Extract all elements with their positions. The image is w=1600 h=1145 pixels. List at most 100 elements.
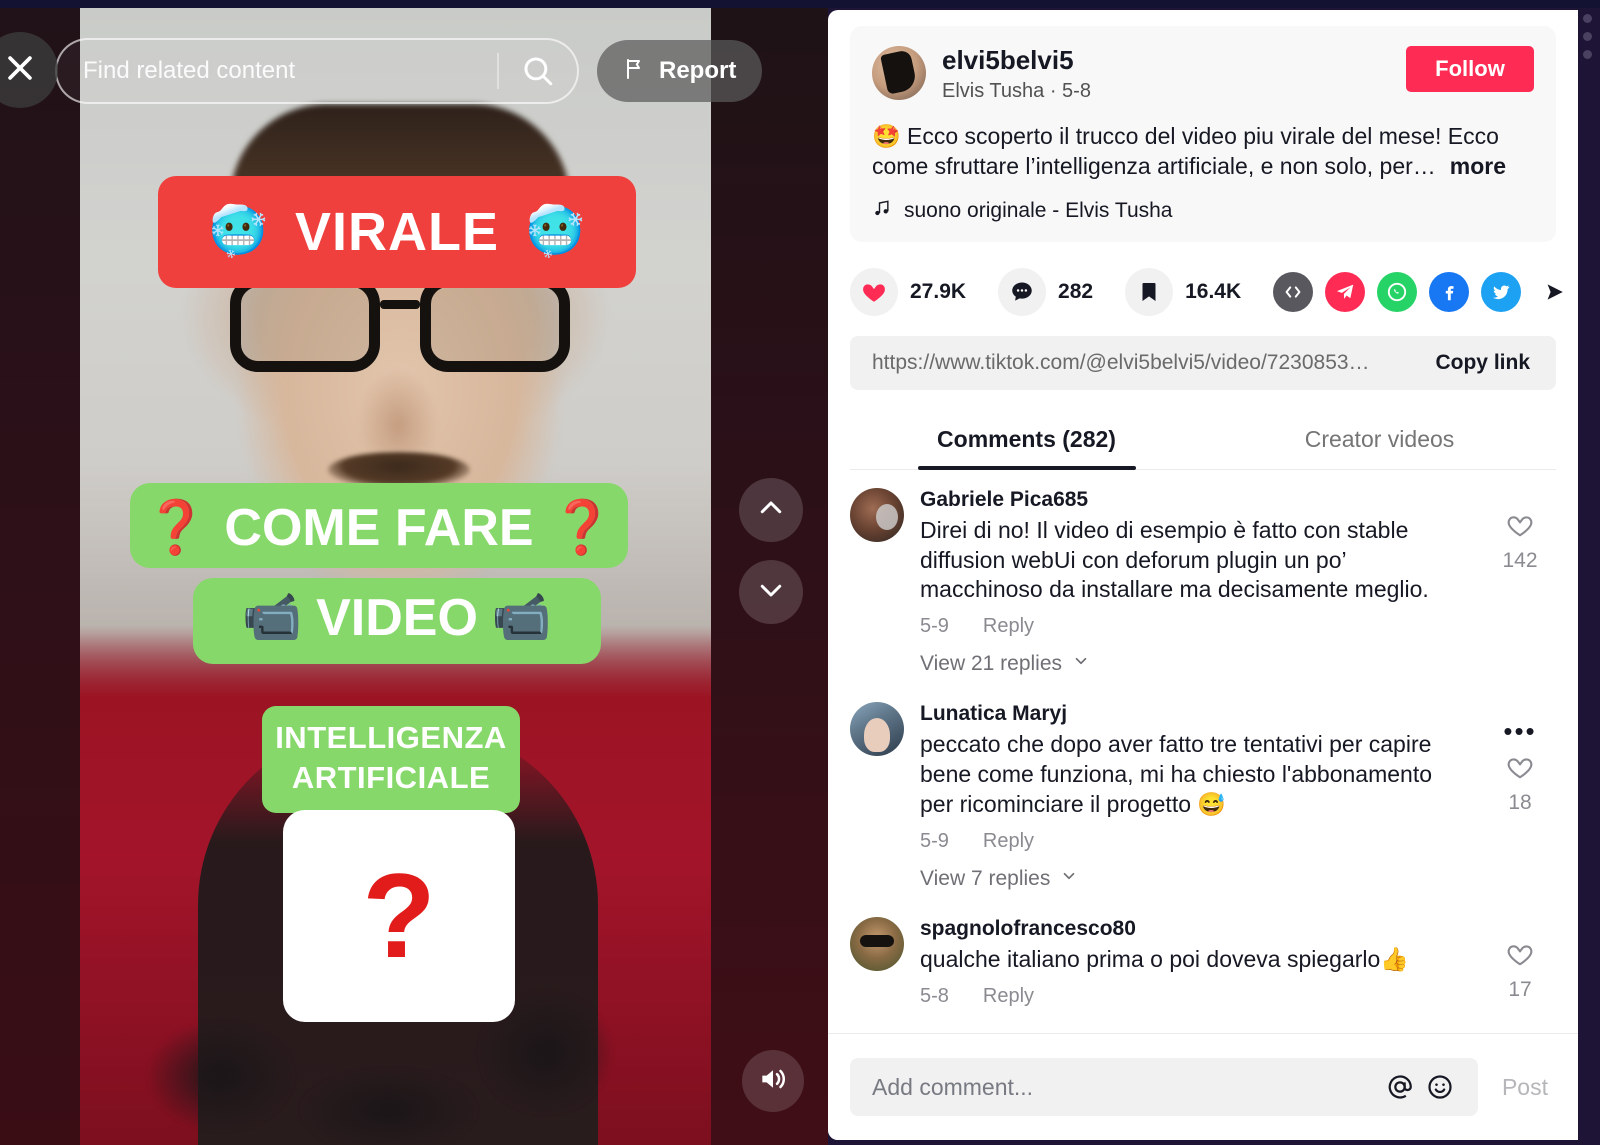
heart-filled-icon bbox=[850, 267, 898, 316]
comment-body: spagnolofrancesco80 qualche italiano pri… bbox=[920, 917, 1468, 1008]
comment-actions: 17 bbox=[1484, 917, 1556, 1008]
commenter-name[interactable]: Gabriele Pica685 bbox=[920, 488, 1468, 512]
comment-meta: 5-9 Reply bbox=[920, 615, 1468, 638]
comment-button[interactable]: 282 bbox=[998, 267, 1094, 316]
previous-video-button[interactable] bbox=[739, 478, 803, 542]
panel-tabs: Comments (282) Creator videos bbox=[850, 412, 1556, 470]
browser-chrome-strip bbox=[0, 0, 1600, 8]
chevron-down-icon bbox=[1060, 867, 1078, 891]
comment-item: Lunatica Maryj peccato che dopo aver fat… bbox=[850, 702, 1556, 891]
comment-reply-button[interactable]: Reply bbox=[983, 985, 1034, 1008]
close-icon bbox=[3, 51, 37, 90]
cold-face-emoji-left: 🥶 bbox=[208, 205, 269, 258]
video-details-panel: elvi5belvi5 Elvis Tusha · 5-8 Follow 🤩 E… bbox=[828, 10, 1578, 1140]
bookmark-button[interactable]: 16.4K bbox=[1125, 267, 1242, 316]
comment-count: 282 bbox=[1058, 279, 1094, 303]
comment-reply-button[interactable]: Reply bbox=[983, 830, 1034, 853]
comments-list[interactable]: Gabriele Pica685 Direi di no! Il video d… bbox=[828, 470, 1578, 1033]
question-mark-glyph: ? bbox=[362, 849, 436, 983]
comment-date: 5-8 bbox=[920, 984, 949, 1007]
comment-text: peccato che dopo aver fatto tre tentativ… bbox=[920, 731, 1432, 818]
comment-actions: ••• 18 bbox=[1484, 702, 1556, 891]
heart-outline-icon[interactable] bbox=[1505, 510, 1535, 545]
cold-face-emoji-right: 🥶 bbox=[525, 205, 586, 258]
author-username[interactable]: elvi5belvi5 bbox=[942, 45, 1390, 76]
more-link[interactable]: more bbox=[1450, 153, 1506, 179]
next-video-button[interactable] bbox=[739, 560, 803, 624]
caption-ia-line1: INTELLIGENZA bbox=[275, 720, 507, 755]
comment-bubble-icon bbox=[998, 267, 1047, 316]
post-music-row[interactable]: suono originale - Elvis Tusha bbox=[872, 198, 1534, 224]
follow-button[interactable]: Follow bbox=[1406, 46, 1534, 92]
music-note-icon bbox=[872, 198, 892, 224]
tiktok-video-modal: 🥶 VIRALE 🥶 ❓ COME FARE ❓ 📹 VIDEO 📹 INTEL… bbox=[0, 0, 1600, 1145]
search-icon[interactable] bbox=[499, 54, 577, 88]
caption-intelligenza-artificiale: INTELLIGENZA ARTIFICIALE bbox=[262, 706, 520, 814]
chevron-down-icon bbox=[756, 575, 786, 610]
video-subject-glasses bbox=[230, 276, 570, 372]
tab-creator-videos[interactable]: Creator videos bbox=[1203, 412, 1556, 469]
caption-come-fare-text: COME FARE bbox=[224, 498, 534, 557]
flag-icon bbox=[623, 56, 647, 87]
author-row: elvi5belvi5 Elvis Tusha · 5-8 Follow bbox=[872, 45, 1534, 103]
caption-virale: 🥶 VIRALE 🥶 bbox=[158, 176, 636, 288]
commenter-name[interactable]: spagnolofrancesco80 bbox=[920, 917, 1468, 941]
copy-link-row: https://www.tiktok.com/@elvi5belvi5/vide… bbox=[850, 335, 1556, 390]
report-button[interactable]: Report bbox=[597, 40, 763, 102]
whatsapp-icon[interactable] bbox=[1377, 271, 1418, 312]
commenter-avatar[interactable] bbox=[850, 487, 904, 542]
embed-code-icon[interactable] bbox=[1273, 271, 1314, 312]
caption-ia-line2: ARTIFICIALE bbox=[291, 759, 491, 795]
tab-comments[interactable]: Comments (282) bbox=[850, 412, 1203, 469]
comment-item: spagnolofrancesco80 qualche italiano pri… bbox=[850, 916, 1556, 1008]
copy-link-button[interactable]: Copy link bbox=[1409, 335, 1556, 390]
commenter-avatar[interactable] bbox=[850, 916, 904, 971]
caption-come-fare: ❓ COME FARE ❓ bbox=[130, 483, 628, 568]
author-meta: elvi5belvi5 Elvis Tusha · 5-8 bbox=[942, 45, 1390, 103]
post-description: 🤩 Ecco scoperto il trucco del video piu … bbox=[872, 121, 1534, 182]
share-arrow-icon[interactable] bbox=[1533, 272, 1573, 312]
volume-button[interactable] bbox=[742, 1050, 804, 1112]
comment-like-count: 17 bbox=[1508, 977, 1532, 1001]
telegram-icon[interactable] bbox=[1325, 271, 1366, 312]
view-replies-button[interactable]: View 21 replies bbox=[920, 652, 1468, 676]
page-more-options-icon[interactable] bbox=[1583, 14, 1592, 59]
comment-body: Lunatica Maryj peccato che dopo aver fat… bbox=[920, 702, 1468, 891]
at-mention-icon[interactable] bbox=[1380, 1067, 1420, 1107]
comment-composer-area: Add comment... Post bbox=[828, 1033, 1578, 1140]
comment-meta: 5-9 Reply bbox=[920, 830, 1468, 853]
comment-meta: 5-8 Reply bbox=[920, 985, 1468, 1008]
related-content-search[interactable]: Find related content bbox=[55, 38, 579, 104]
comment-date: 5-9 bbox=[920, 615, 949, 638]
caption-virale-text: VIRALE bbox=[294, 202, 500, 262]
post-description-text: 🤩 Ecco scoperto il trucco del video piu … bbox=[872, 122, 1499, 180]
caption-video-text: VIDEO bbox=[316, 589, 478, 647]
comment-input[interactable]: Add comment... bbox=[850, 1058, 1478, 1116]
commenter-avatar[interactable] bbox=[850, 702, 904, 757]
twitter-icon[interactable] bbox=[1481, 271, 1522, 312]
facebook-icon[interactable] bbox=[1429, 271, 1470, 312]
video-navigation bbox=[739, 478, 803, 624]
view-replies-button[interactable]: View 7 replies bbox=[920, 867, 1468, 891]
video-subject-nose bbox=[358, 368, 438, 450]
comment-like-count: 18 bbox=[1508, 790, 1532, 814]
emoji-smiley-icon[interactable] bbox=[1420, 1067, 1460, 1107]
video-url-text[interactable]: https://www.tiktok.com/@elvi5belvi5/vide… bbox=[850, 335, 1410, 390]
video-stage: 🥶 VIRALE 🥶 ❓ COME FARE ❓ 📹 VIDEO 📹 INTEL… bbox=[0, 8, 828, 1145]
author-nickname-date: Elvis Tusha · 5-8 bbox=[942, 79, 1091, 102]
comment-reply-button[interactable]: Reply bbox=[983, 615, 1034, 638]
comment-text: Direi di no! Il video di esempio è fatto… bbox=[920, 516, 1429, 603]
bookmark-count: 16.4K bbox=[1185, 279, 1242, 303]
video-player[interactable]: 🥶 VIRALE 🥶 ❓ COME FARE ❓ 📹 VIDEO 📹 INTEL… bbox=[80, 8, 711, 1145]
question-mark-emoji-right: ❓ bbox=[549, 499, 615, 557]
like-count: 27.9K bbox=[910, 279, 967, 303]
author-avatar[interactable] bbox=[872, 46, 926, 100]
video-top-overlay: Find related content Report bbox=[55, 38, 775, 104]
post-comment-button[interactable]: Post bbox=[1494, 1074, 1556, 1101]
heart-outline-icon[interactable] bbox=[1505, 939, 1535, 974]
commenter-name[interactable]: Lunatica Maryj bbox=[920, 702, 1468, 726]
heart-outline-icon[interactable] bbox=[1505, 752, 1535, 787]
like-button[interactable]: 27.9K bbox=[850, 267, 967, 316]
volume-on-icon bbox=[757, 1063, 789, 1100]
comment-more-options-icon[interactable]: ••• bbox=[1503, 719, 1536, 744]
